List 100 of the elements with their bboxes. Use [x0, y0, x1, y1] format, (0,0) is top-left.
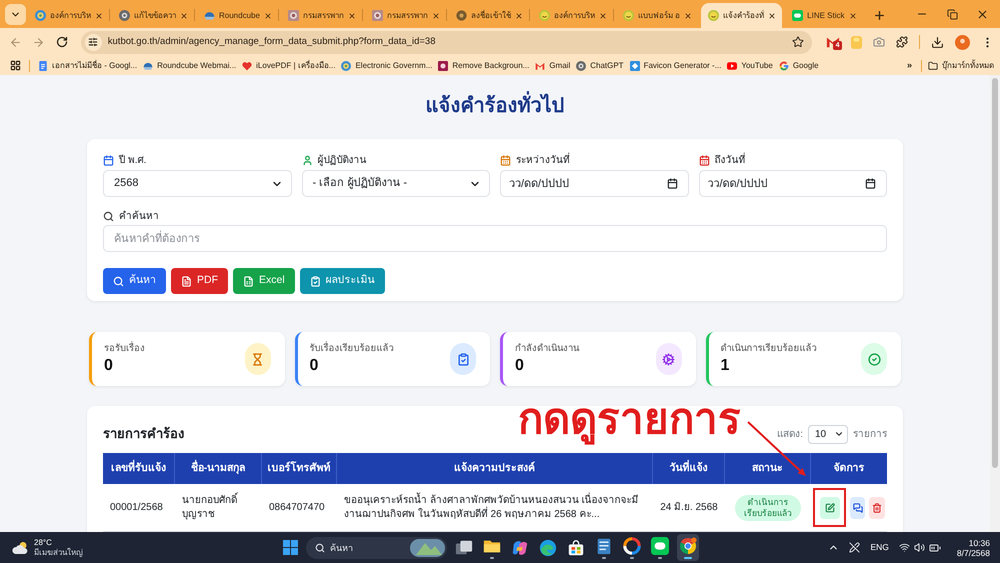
- browser-logo-icon: [679, 536, 697, 554]
- taskbar-search-field[interactable]: ค้นหา: [330, 540, 405, 556]
- close-tab-icon[interactable]: [264, 12, 272, 20]
- wave-logo-icon: [539, 538, 557, 556]
- stat-label: กำลังดำเนินงาน: [515, 342, 579, 356]
- more-bookmarks-button[interactable]: »: [904, 58, 915, 72]
- browser-tab[interactable]: LINE Stick: [785, 3, 864, 28]
- pdf-button[interactable]: PDF: [171, 268, 228, 294]
- search-icon: [103, 210, 114, 222]
- download-icon[interactable]: [931, 36, 944, 48]
- bookmark-item[interactable]: ChatGPT: [576, 60, 624, 72]
- taskbar-search-box[interactable]: ค้นหา: [306, 536, 447, 558]
- volume-icon[interactable]: [914, 542, 925, 553]
- taskbar-app-button[interactable]: [649, 534, 671, 561]
- swirl-icon: [511, 538, 529, 556]
- browser-tab[interactable]: ลงชื่อเข้าใช้: [448, 3, 529, 28]
- search-field[interactable]: ค้นหาคำที่ต้องการ: [103, 225, 887, 252]
- restore-icon: [946, 8, 958, 20]
- clipboard-check-icon: [310, 276, 321, 286]
- wifi-icon[interactable]: [898, 542, 910, 553]
- extension-tile-icon[interactable]: [851, 36, 862, 48]
- clock-date[interactable]: 8/7/2568: [956, 548, 990, 558]
- taskbar-app-button[interactable]: [621, 534, 643, 561]
- taskbar-app-button[interactable]: [677, 534, 699, 561]
- browser-tab[interactable]: องค์การบริห: [532, 3, 613, 28]
- close-tab-icon[interactable]: [180, 12, 188, 20]
- page-size-select[interactable]: 10: [808, 424, 848, 444]
- date-field[interactable]: วว/ดด/ปปปป: [698, 170, 887, 197]
- close-tab-icon[interactable]: [514, 12, 523, 20]
- delete-button[interactable]: [869, 496, 885, 518]
- page-size-unit: รายการ: [853, 428, 887, 442]
- bookmark-item[interactable]: เอกสารไม่มีชื่อ - Googl...: [38, 60, 138, 72]
- puzzle-icon[interactable]: [896, 36, 908, 48]
- mail-icon: [535, 60, 546, 70]
- bookmark-item[interactable]: Remove Backgroun...: [438, 60, 530, 72]
- close-tab-icon[interactable]: [598, 12, 607, 20]
- column-header: เบอร์โทรศัพท์: [262, 453, 337, 484]
- pen-off-icon[interactable]: [849, 542, 860, 553]
- heart-icon: [242, 60, 252, 70]
- bookmark-item[interactable]: Electronic Governm...: [341, 60, 432, 72]
- browser-tab[interactable]: กรมสรรพาก: [280, 3, 362, 28]
- browser-tab[interactable]: แจ้งคำร้องทั่: [701, 3, 782, 28]
- language-indicator[interactable]: ENG: [870, 541, 889, 554]
- play-icon: [727, 60, 738, 70]
- search-button[interactable]: ค้นหา: [103, 268, 166, 294]
- browser-tab[interactable]: องค์การบริห: [28, 3, 109, 28]
- chat-bubbles-icon: [852, 502, 862, 512]
- close-tab-icon[interactable]: [849, 12, 858, 20]
- scrollbar-thumb[interactable]: [992, 78, 998, 468]
- stat-label: ดำเนินการเรียบร้อยแล้ว: [720, 342, 816, 356]
- column-header: จัดการ: [832, 460, 866, 476]
- column-header: แจ้งความประสงค์: [337, 453, 653, 484]
- callout-arrow: [746, 420, 808, 478]
- camera-icon[interactable]: [873, 36, 886, 48]
- tab-list-button[interactable]: [5, 4, 26, 25]
- edit-button[interactable]: [820, 496, 840, 518]
- chat-button[interactable]: [850, 496, 865, 518]
- plus-icon: [872, 8, 886, 22]
- avatar-icon[interactable]: [955, 34, 970, 50]
- windows-logo-icon[interactable]: [283, 540, 298, 555]
- browser-tab[interactable]: กรมสรรพาก: [364, 3, 446, 28]
- battery-icon[interactable]: [928, 542, 941, 554]
- close-tab-icon[interactable]: [432, 12, 440, 20]
- calendar-icon[interactable]: [666, 178, 678, 189]
- close-tab-icon[interactable]: [348, 12, 356, 20]
- bookmark-item[interactable]: YouTube: [727, 60, 773, 72]
- close-tab-icon[interactable]: [684, 12, 692, 20]
- page-size-label: แสดง:: [777, 428, 803, 442]
- notepad-icon: [595, 536, 613, 554]
- dropdown-field[interactable]: - เลือก ผู้ปฏิบัติงาน -: [302, 170, 490, 197]
- bookmark-item[interactable]: Favicon Generator -...: [630, 60, 722, 72]
- browser-tab[interactable]: Roundcube: [197, 3, 278, 28]
- clock-time[interactable]: 10:36: [968, 538, 990, 548]
- address-bar[interactable]: kutbot.go.th/admin/agency_manage_form_data_submit.php?form_data_id=38: [80, 30, 812, 54]
- browser-tab[interactable]: แก้ไขข้อควา: [112, 3, 194, 28]
- bookmark-item[interactable]: Gmail: [535, 60, 570, 72]
- bookmark-item[interactable]: Roundcube Webmai...: [143, 60, 236, 72]
- calendar-icon[interactable]: [865, 178, 876, 189]
- bookmark-item[interactable]: Google: [778, 60, 819, 72]
- site-info-button[interactable]: [84, 34, 102, 50]
- chat-app-icon: [792, 10, 804, 21]
- close-tab-icon[interactable]: [95, 12, 103, 20]
- browser-tab[interactable]: แบบฟอร์ม อ: [616, 3, 698, 28]
- dome-icon: [204, 10, 215, 21]
- apps-grid-icon[interactable]: [10, 60, 21, 71]
- evaluation-button[interactable]: ผลประเมิน: [300, 268, 385, 294]
- emblem-icon: [35, 10, 46, 21]
- field-label: ปี พ.ศ.: [119, 154, 146, 168]
- close-tab-icon[interactable]: [768, 12, 776, 20]
- document-icon: [38, 60, 48, 70]
- date-field[interactable]: วว/ดด/ปปปป: [500, 170, 688, 197]
- spreadsheet-icon: [243, 276, 254, 286]
- all-bookmarks-button[interactable]: บุ๊กมาร์กทั้งหมด: [928, 60, 994, 72]
- cloudy-weather-icon[interactable]: [12, 540, 29, 554]
- bookmark-star-icon[interactable]: [792, 36, 804, 48]
- column-header: เลขที่รับแจ้ง: [103, 453, 175, 484]
- dropdown-field[interactable]: 2568: [103, 170, 292, 197]
- bookmark-item[interactable]: iLovePDF | เครื่องมือ...: [242, 60, 336, 72]
- stat-value: 1: [720, 356, 730, 376]
- close-icon: [976, 8, 988, 20]
